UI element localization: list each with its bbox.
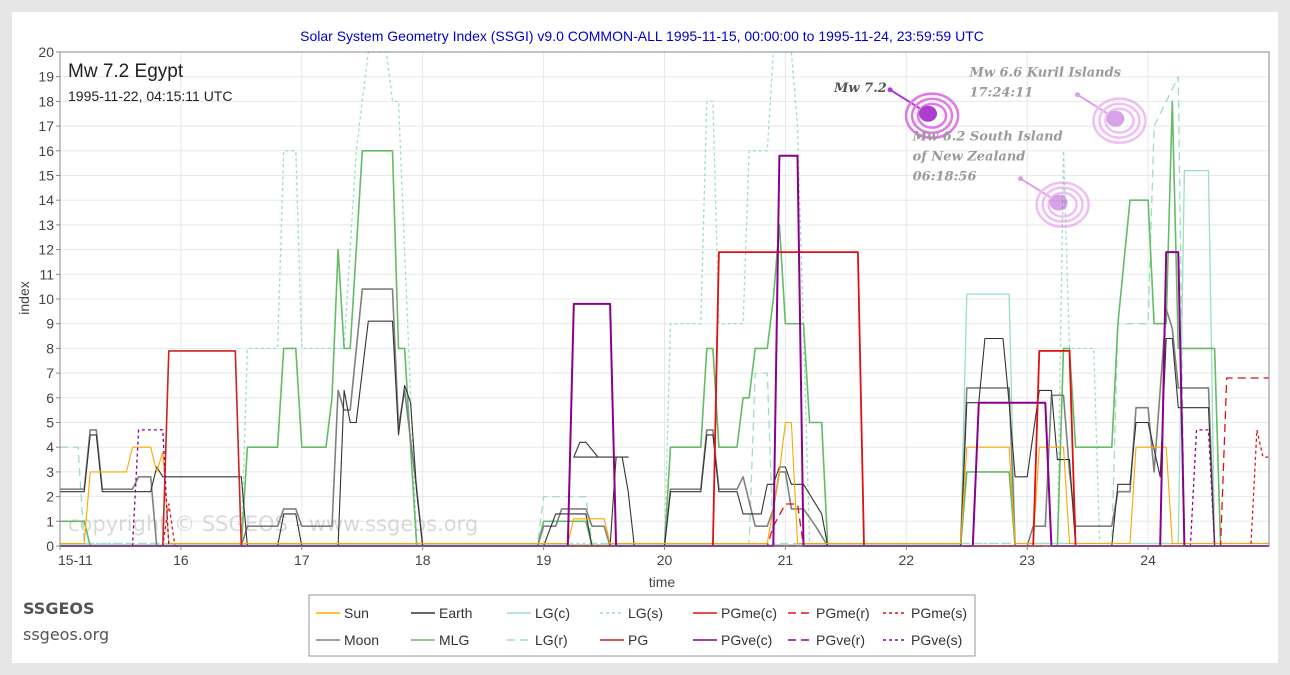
legend-label: PGme(c) (721, 605, 777, 621)
x-tick-label: 18 (415, 552, 431, 568)
y-tick-label: 6 (46, 390, 54, 406)
y-tick-label: 14 (38, 192, 54, 208)
quake-pointer-dot (887, 87, 893, 93)
chart-title: Solar System Geometry Index (SSGI) v9.0 … (300, 28, 984, 44)
brand-url: ssgeos.org (23, 625, 110, 644)
earthquake-label: Mw 6.6 Kuril Islands (968, 66, 1121, 81)
legend-label: PGme(s) (911, 605, 967, 621)
quake-pointer-dot (1074, 92, 1080, 98)
quake-epicenter (1106, 110, 1125, 127)
legend-label: Moon (344, 632, 379, 648)
y-tick-label: 10 (38, 291, 54, 307)
y-tick-label: 15 (38, 168, 54, 184)
info-subtitle: 1995-11-22, 04:15:11 UTC (68, 88, 232, 104)
legend: Sun Earth LG(c) LG(s) PGme(c) PGme(r) PGme(s) M… (308, 594, 976, 657)
y-tick-label: 2 (46, 489, 54, 505)
quake-epicenter (919, 105, 938, 122)
y-tick-label: 13 (38, 217, 54, 233)
y-tick-label: 7 (46, 365, 54, 381)
legend-label: Earth (439, 605, 472, 621)
x-tick-label: 22 (899, 552, 915, 568)
legend-label: Sun (344, 605, 369, 621)
earthquake-label: Mw 7.2 (833, 81, 887, 96)
y-tick-label: 17 (38, 118, 54, 134)
y-tick-label: 1 (46, 513, 54, 529)
y-tick-label: 5 (46, 415, 54, 431)
y-tick-label: 12 (38, 242, 54, 258)
info-title: Mw 7.2 Egypt (68, 61, 184, 82)
legend-label: LG(c) (535, 605, 570, 621)
y-tick-label: 16 (38, 143, 54, 159)
y-tick-label: 19 (38, 69, 54, 85)
y-tick-label: 3 (46, 464, 54, 480)
y-tick-label: 4 (46, 439, 54, 455)
quake-pointer-dot (1018, 176, 1024, 182)
x-tick-label: 16 (173, 552, 189, 568)
legend-label: MLG (439, 632, 469, 648)
x-tick-label: 19 (536, 552, 552, 568)
y-tick-label: 8 (46, 340, 54, 356)
y-axis-label: index (16, 281, 32, 314)
x-axis-label: time (649, 574, 676, 590)
grid (59, 51, 1269, 547)
ssgi-chart: Solar System Geometry Index (SSGI) v9.0 … (16, 28, 1270, 657)
earthquake-time: 06:18:56 (913, 170, 977, 185)
y-tick-label: 20 (38, 44, 54, 60)
legend-label: PGve(c) (721, 632, 772, 648)
x-tick-label: 24 (1140, 552, 1156, 568)
x-tick-label: 23 (1019, 552, 1035, 568)
y-axis: 01234567891011121314151617181920 (38, 44, 60, 554)
brand-name: SSGEOS (23, 599, 95, 618)
x-axis: 15-11 16 17 18 19 20 21 22 23 24 (58, 546, 1156, 568)
legend-label: PGve(r) (816, 632, 865, 648)
x-tick-label: 20 (657, 552, 673, 568)
x-tick-label: 17 (294, 552, 310, 568)
quake-epicenter (1049, 194, 1068, 211)
legend-label: PGve(s) (911, 632, 962, 648)
y-tick-label: 11 (39, 266, 54, 282)
y-tick-label: 18 (38, 93, 54, 109)
legend-label: LG(s) (628, 605, 663, 621)
legend-label: PG (628, 632, 648, 648)
x-tick-label: 15-11 (58, 552, 93, 568)
x-tick-label: 21 (778, 552, 794, 568)
legend-label: LG(r) (535, 632, 568, 648)
y-tick-label: 0 (46, 538, 54, 554)
legend-label: PGme(r) (816, 605, 870, 621)
earthquake-time: 17:24:11 (969, 86, 1033, 101)
y-tick-label: 9 (46, 316, 54, 332)
